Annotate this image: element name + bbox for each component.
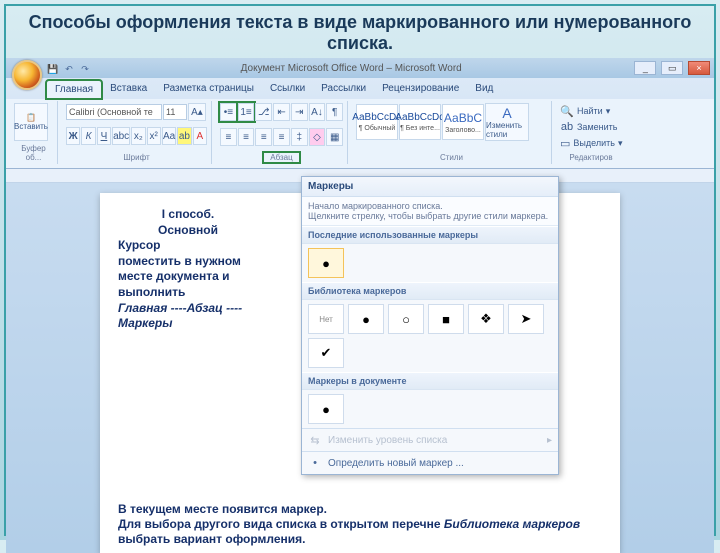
bullet-none[interactable]: Нет [308,304,344,334]
bullet-indoc-dot[interactable]: ● [308,394,344,424]
subscript-button[interactable]: x₂ [131,127,145,145]
highlight-button[interactable]: ab [177,127,191,145]
change-level-item: ⇆ Изменить уровень списка ▸ [302,428,558,451]
grow-font-button[interactable]: A▴ [188,103,206,121]
search-icon: 🔍 [560,104,574,118]
sort-button[interactable]: A↓ [309,103,326,121]
paste-button[interactable]: 📋 Вставить [14,103,48,141]
editing-group-label: Редактиров [560,151,622,162]
style-nospacing[interactable]: АаВbСсDd¶ Без инте... [399,104,441,140]
window-max-button[interactable]: ▭ [661,61,683,75]
section-recent: Последние использованные маркеры [302,226,558,244]
change-styles-button[interactable]: AИзменить стили [485,103,529,141]
replace-button[interactable]: abЗаменить [560,119,622,135]
align-right-button[interactable]: ≡ [255,128,272,146]
bullets-button[interactable]: •≡ [220,103,237,121]
bold-button[interactable]: Ж [66,127,80,145]
font-color-button[interactable]: A [193,127,207,145]
underline-button[interactable]: Ч [97,127,111,145]
define-bullet-item[interactable]: • Определить новый маркер ... [302,451,558,474]
tab-references[interactable]: Ссылки [262,80,313,99]
select-button[interactable]: ▭Выделить▾ [560,135,622,151]
window-close-button[interactable]: × [688,61,710,75]
tab-home[interactable]: Главная [46,80,102,99]
bullets-dropdown: Маркеры Начало маркированного списка. Ще… [301,176,559,475]
strike-button[interactable]: abc [112,127,130,145]
qat-undo-icon[interactable]: ↶ [62,62,76,76]
style-heading[interactable]: АаВbСЗаголово... [442,104,484,140]
styles-group-label: Стили [356,151,547,162]
font-name-combo[interactable]: Calibri (Основной те [66,104,162,120]
qat-redo-icon[interactable]: ↷ [78,62,92,76]
align-center-button[interactable]: ≡ [238,128,255,146]
paragraph-group-label: Абзац [264,153,298,162]
bullet-arrow[interactable]: ➤ [508,304,544,334]
replace-icon: ab [560,120,574,134]
italic-button[interactable]: К [81,127,95,145]
slide-title: Способы оформления текста в виде маркиро… [6,6,714,65]
section-library: Библиотека маркеров [302,282,558,300]
justify-button[interactable]: ≡ [273,128,290,146]
borders-button[interactable]: ▦ [326,128,343,146]
popup-title: Маркеры [302,177,558,197]
qat-save-icon[interactable]: 💾 [46,62,60,76]
paste-label: Вставить [14,122,48,131]
superscript-button[interactable]: x² [147,127,161,145]
office-button[interactable] [12,60,42,90]
font-size-combo[interactable]: 11 [163,104,187,120]
bullet-circle[interactable]: ○ [388,304,424,334]
font-group-label: Шрифт [66,151,207,162]
align-left-button[interactable]: ≡ [220,128,237,146]
bullet-recent-dot[interactable]: ● [308,248,344,278]
popup-hint: Начало маркированного списка. Щелкните с… [302,197,558,226]
bullet-check[interactable]: ✔ [308,338,344,368]
bullet-icon: • [308,456,322,470]
window-caption: Документ Microsoft Office Word – Microso… [70,63,632,74]
tab-view[interactable]: Вид [467,80,501,99]
decrease-indent-button[interactable]: ⇤ [273,103,290,121]
shading-button[interactable]: ◇ [309,128,326,146]
instruction-text: I способ. Основной Курсор поместить в ну… [118,207,258,332]
select-icon: ▭ [560,136,570,150]
window-min-button[interactable]: _ [634,61,656,75]
find-button[interactable]: 🔍Найти▾ [560,103,622,119]
clipboard-group-label: Буфер об... [14,142,53,162]
clipboard-icon: 📋 [26,113,36,122]
numbering-button[interactable]: 1≡ [238,103,255,121]
show-marks-button[interactable]: ¶ [326,103,343,121]
window-titlebar: Документ Microsoft Office Word – Microso… [6,58,714,78]
chevron-right-icon: ▸ [547,435,552,446]
bullet-4diamond[interactable]: ❖ [468,304,504,334]
bullet-square[interactable]: ■ [428,304,464,334]
tab-mailings[interactable]: Рассылки [313,80,374,99]
line-spacing-button[interactable]: ‡ [291,128,308,146]
indent-icon: ⇆ [308,433,322,447]
tab-review[interactable]: Рецензирование [374,80,467,99]
increase-indent-button[interactable]: ⇥ [291,103,308,121]
section-indoc: Маркеры в документе [302,372,558,390]
tab-insert[interactable]: Вставка [102,80,155,99]
text-effects-button[interactable]: Aa [162,127,176,145]
footnote-text: В текущем месте появится маркер. Для выб… [118,502,602,547]
style-normal[interactable]: АаВbСсDd¶ Обычный [356,104,398,140]
bullet-dot[interactable]: ● [348,304,384,334]
multilevel-button[interactable]: ⎇ [255,103,272,121]
ribbon: Главная Вставка Разметка страницы Ссылки… [6,78,714,169]
tab-layout[interactable]: Разметка страницы [155,80,262,99]
